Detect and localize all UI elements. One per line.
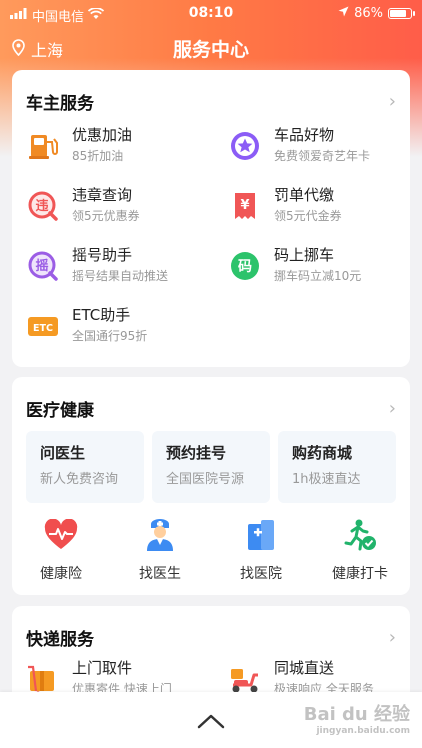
service-subtitle: 极速响应 全天服务	[274, 682, 374, 692]
tile-subtitle: 全国医院号源	[166, 472, 245, 487]
owner-services-card: 车主服务 › 优惠加油 85折加油 车品好物 免费领爱奇艺年卡 违 违章查询 领…	[12, 70, 410, 367]
ticket-payment-icon: ¥	[228, 189, 262, 223]
watermark-subtext: jingyan.baidu.com	[316, 726, 410, 736]
content-scroll[interactable]: 车主服务 › 优惠加油 85折加油 车品好物 免费领爱奇艺年卡 违 违章查询 领…	[0, 70, 422, 692]
move-car-code-icon: 码	[228, 249, 262, 283]
section-title: 医疗健康	[26, 400, 94, 421]
violation-glyph: 违	[35, 198, 48, 214]
battery-icon	[388, 8, 415, 19]
fuel-pump-icon	[26, 129, 60, 163]
owner-services-header[interactable]: 车主服务 ›	[26, 89, 396, 114]
service-subtitle: 领5元代金券	[274, 209, 342, 223]
service-ticket-payment[interactable]: ¥ 罚单代缴 领5元代金券	[228, 185, 342, 225]
tile-pharmacy-mall[interactable]: 购药商城 1h极速直达	[278, 431, 396, 503]
service-subtitle: 免费领爱奇艺年卡	[274, 149, 371, 163]
scooter-icon	[228, 662, 262, 692]
service-car-products[interactable]: 车品好物 免费领爱奇艺年卡	[228, 125, 370, 165]
health-icon-label: 健康险	[40, 566, 82, 582]
delivery-card: 快递服务 › 上门取件 优惠寄件 快速上门 同城直送 极速响应 全天服务	[12, 606, 410, 692]
status-bar: 中国电信 08:10 86%	[0, 0, 422, 28]
tile-appointment[interactable]: 预约挂号 全国医院号源	[152, 431, 270, 503]
tile-ask-doctor[interactable]: 问医生 新人免费咨询	[26, 431, 144, 503]
etc-glyph: ETC	[33, 323, 53, 334]
find-doctor-button[interactable]: 找医生	[120, 517, 200, 583]
location-pin-icon	[12, 38, 25, 60]
find-hospital-button[interactable]: 找医院	[221, 517, 301, 583]
location-label: 上海	[31, 41, 64, 60]
running-check-icon	[342, 517, 378, 553]
violation-search-icon: 违	[26, 189, 60, 223]
watermark-text: Bai du 经验	[303, 704, 410, 725]
code-glyph: 码	[238, 259, 252, 275]
chevron-right-icon[interactable]: ›	[389, 91, 396, 112]
health-icon-label: 健康打卡	[332, 566, 388, 582]
health-icon-label: 找医生	[139, 566, 181, 582]
location-arrow-icon	[338, 6, 349, 21]
doctor-icon	[142, 517, 178, 553]
health-checkin-button[interactable]: 健康打卡	[320, 517, 400, 583]
tile-title: 问医生	[40, 444, 86, 462]
service-title: 同城直送	[274, 659, 335, 677]
service-title: ETC助手	[72, 306, 131, 324]
location-selector[interactable]: 上海	[12, 37, 63, 61]
chevron-right-icon[interactable]: ›	[389, 627, 396, 648]
etc-card-icon: ETC	[26, 309, 60, 343]
ticket-glyph: ¥	[240, 198, 249, 213]
service-same-city[interactable]: 同城直送 极速响应 全天服务	[228, 658, 374, 692]
service-violation-query[interactable]: 违 违章查询 领5元优惠券	[26, 185, 140, 225]
service-lottery-assistant[interactable]: 摇 摇号助手 摇号结果自动推送	[26, 245, 168, 285]
heart-pulse-icon	[43, 517, 79, 553]
service-subtitle: 优惠寄件 快速上门	[72, 682, 172, 692]
health-header[interactable]: 医疗健康 ›	[26, 396, 396, 421]
nav-bar: 上海 服务中心	[0, 30, 422, 66]
service-title: 罚单代缴	[274, 186, 335, 204]
lottery-search-icon: 摇	[26, 249, 60, 283]
section-title: 车主服务	[26, 93, 94, 114]
watermark: Bai du 经验 jingyan.baidu.com	[304, 700, 410, 736]
tile-subtitle: 1h极速直达	[292, 472, 361, 487]
service-title: 违章查询	[72, 186, 133, 204]
battery-percent: 86%	[354, 6, 383, 21]
service-title: 摇号助手	[72, 246, 133, 264]
health-insurance-button[interactable]: 健康险	[21, 517, 101, 583]
section-title: 快递服务	[26, 629, 94, 650]
tile-title: 预约挂号	[166, 444, 227, 462]
service-etc-assistant[interactable]: ETC ETC助手 全国通行95折	[26, 305, 147, 345]
chevron-up-icon[interactable]	[196, 712, 226, 730]
service-fuel-discount[interactable]: 优惠加油 85折加油	[26, 125, 132, 165]
parcel-icon	[26, 662, 60, 692]
battery-fill	[390, 10, 406, 17]
delivery-header[interactable]: 快递服务 ›	[26, 625, 396, 650]
status-right: 86%	[338, 6, 415, 21]
service-title: 车品好物	[274, 126, 335, 144]
page-title: 服务中心	[172, 39, 249, 61]
service-move-car[interactable]: 码 码上挪车 挪车码立减10元	[228, 245, 361, 285]
lottery-glyph: 摇	[35, 258, 48, 274]
service-parcel-pickup[interactable]: 上门取件 优惠寄件 快速上门	[26, 658, 172, 692]
service-subtitle: 挪车码立减10元	[274, 269, 362, 283]
service-title: 优惠加油	[72, 126, 133, 144]
service-subtitle: 摇号结果自动推送	[72, 269, 169, 283]
health-card: 医疗健康 › 问医生 新人免费咨询 预约挂号 全国医院号源 购药商城 1h极速直…	[12, 377, 410, 595]
hospital-icon	[243, 517, 279, 553]
tile-title: 购药商城	[292, 444, 353, 462]
service-subtitle: 全国通行95折	[72, 329, 148, 343]
health-icon-label: 找医院	[240, 566, 282, 582]
bottom-bar: Bai du 经验 jingyan.baidu.com	[0, 692, 422, 748]
chevron-right-icon[interactable]: ›	[389, 398, 396, 419]
star-badge-icon	[228, 129, 262, 163]
service-subtitle: 85折加油	[72, 149, 124, 163]
service-title: 码上挪车	[274, 246, 335, 264]
service-title: 上门取件	[72, 659, 133, 677]
service-subtitle: 领5元优惠券	[72, 209, 140, 223]
tile-subtitle: 新人免费咨询	[40, 472, 119, 487]
